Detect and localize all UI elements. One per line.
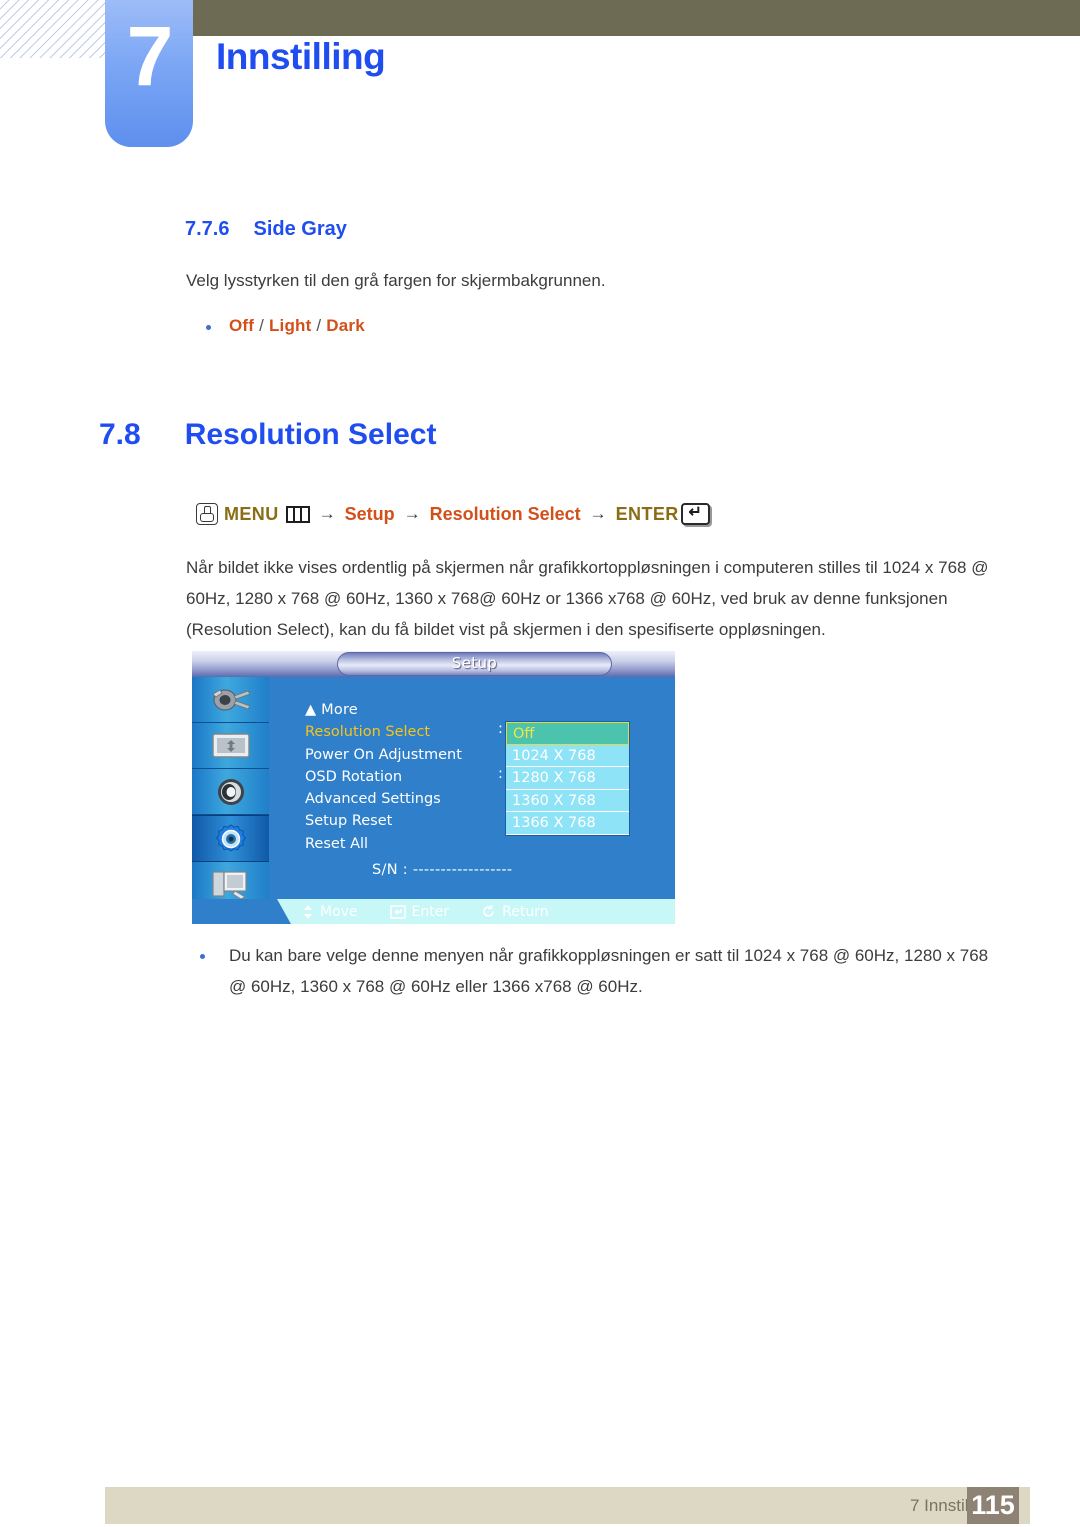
bullet-dot-icon xyxy=(206,325,211,330)
osd-title: Setup xyxy=(451,654,498,672)
bullet-dot-icon xyxy=(200,954,205,959)
hand-press-icon xyxy=(196,503,218,525)
osd-option-1280x768[interactable]: 1280 X 768 xyxy=(506,767,629,790)
path-arrow-2: → xyxy=(403,504,421,523)
osd-hints: Move Enter Return xyxy=(192,899,675,924)
header-olive-bar xyxy=(140,0,1080,36)
option-dark: Dark xyxy=(326,316,365,335)
section-heading-resolution-select: 7.8 Resolution Select xyxy=(99,418,436,452)
side-gray-description: Velg lysstyrken til den grå fargen for s… xyxy=(186,271,606,290)
decorative-hatch-pattern xyxy=(0,0,110,58)
osd-hint-return-label: Return xyxy=(502,903,549,920)
option-separator: / xyxy=(254,316,269,335)
osd-hint-enter: Enter xyxy=(389,903,450,920)
sound-speaker-icon[interactable] xyxy=(192,769,269,815)
osd-colon-osd-rotation: : xyxy=(498,766,503,782)
input-connector-icon[interactable] xyxy=(192,677,269,723)
section-number: 7.7.6 xyxy=(185,218,230,240)
osd-item-resolution-select[interactable]: Resolution Select xyxy=(305,721,462,743)
osd-hint-move: Move xyxy=(302,904,358,920)
osd-option-1366x768[interactable]: 1366 X 768 xyxy=(506,812,629,835)
section-title: Resolution Select xyxy=(184,418,437,451)
chapter-number: 7 xyxy=(126,9,174,103)
footer-page-number: 115 xyxy=(967,1487,1019,1524)
resolution-select-body: Når bildet ikke vises ordentlig på skjer… xyxy=(186,558,989,639)
chapter-title: Innstilling xyxy=(216,36,386,77)
osd-more-label[interactable]: ▲ More xyxy=(305,699,462,721)
osd-item-osd-rotation[interactable]: OSD Rotation xyxy=(305,766,462,788)
footer-bar xyxy=(105,1487,1030,1524)
menu-grid-icon xyxy=(285,505,310,523)
osd-hint-enter-label: Enter xyxy=(411,903,450,920)
menu-path-breadcrumb: MENU → Setup → Resolution Select → ENTER xyxy=(196,500,710,528)
menu-label: MENU xyxy=(224,503,279,524)
resolution-select-note: Du kan bare velge denne menyen når grafi… xyxy=(229,946,989,996)
updown-arrow-icon xyxy=(304,904,312,919)
section-number: 7.8 xyxy=(99,418,141,451)
setup-gear-icon[interactable] xyxy=(192,815,269,862)
osd-hint-move-label: Move xyxy=(320,903,358,920)
osd-item-setup-reset[interactable]: Setup Reset xyxy=(305,810,462,832)
osd-option-1360x768[interactable]: 1360 X 768 xyxy=(506,789,629,812)
osd-option-off[interactable]: Off xyxy=(506,722,629,745)
osd-resolution-dropdown[interactable]: Off 1024 X 768 1280 X 768 1360 X 768 136… xyxy=(505,721,630,836)
osd-item-reset-all[interactable]: Reset All xyxy=(305,833,462,855)
osd-colon-resolution: : xyxy=(498,721,503,737)
path-arrow-3: → xyxy=(589,504,607,523)
osd-hint-return: Return xyxy=(481,903,549,920)
option-separator: / xyxy=(311,316,327,335)
path-step-resolution-select: Resolution Select xyxy=(429,503,581,524)
osd-item-advanced-settings[interactable]: Advanced Settings xyxy=(305,788,462,810)
osd-option-1024x768[interactable]: 1024 X 768 xyxy=(506,744,629,767)
path-arrow-1: → xyxy=(318,504,336,523)
osd-item-power-on-adjustment[interactable]: Power On Adjustment xyxy=(305,744,462,766)
osd-screenshot: Setup ▲ More Resolution Select Power On … xyxy=(192,651,675,924)
path-step-setup: Setup xyxy=(344,503,395,524)
section-title: Side Gray xyxy=(253,218,347,240)
return-loop-icon xyxy=(483,905,494,917)
chapter-number-badge: 7 xyxy=(105,0,193,147)
picture-screen-icon[interactable] xyxy=(192,723,269,769)
enter-label: ENTER xyxy=(615,503,679,524)
osd-sidebar xyxy=(192,677,269,924)
option-off: Off xyxy=(229,316,255,335)
osd-serial-number: S/N : ------------------ xyxy=(372,862,513,878)
option-light: Light xyxy=(268,316,312,335)
side-gray-options: Off / Light / Dark xyxy=(229,316,365,336)
section-heading-side-gray: 7.7.6 Side Gray xyxy=(185,218,347,241)
osd-menu-list: ▲ More Resolution Select Power On Adjust… xyxy=(305,699,462,855)
enter-arrow-icon xyxy=(389,904,406,919)
enter-key-icon xyxy=(680,502,710,525)
